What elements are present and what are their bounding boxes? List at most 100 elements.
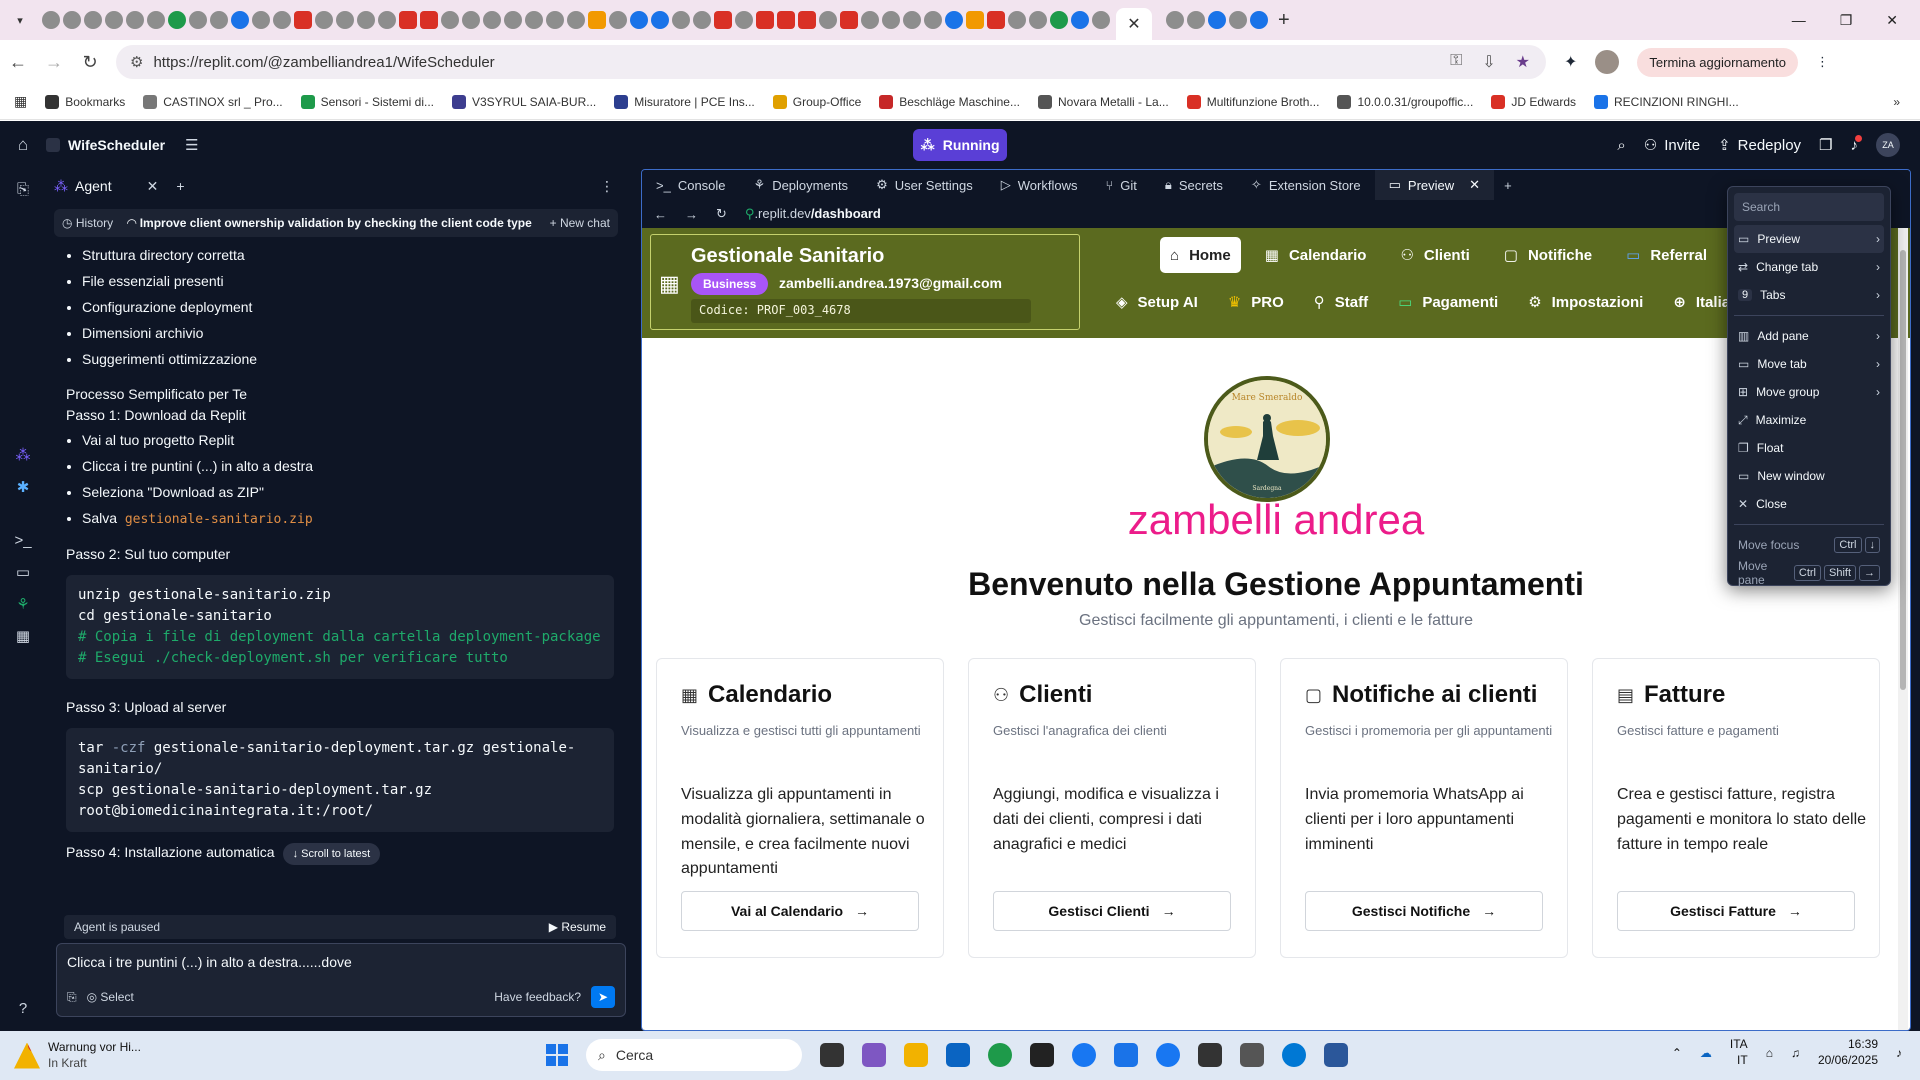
nav-setup-ai[interactable]: ◈ Setup AI [1106,284,1208,320]
bookmark-star-icon[interactable]: ★ [1516,52,1530,72]
pinned-tab-icon[interactable] [903,11,921,29]
preview-back-icon[interactable]: ← [654,207,667,222]
pinned-tab-icon[interactable] [420,11,438,29]
facebook-icon[interactable] [1072,1043,1096,1067]
nav-pro[interactable]: ♛ PRO [1218,284,1294,320]
pinned-tab-icon[interactable] [693,11,711,29]
notifications-icon[interactable]: ♪ [1851,134,1862,154]
bookmark-item[interactable]: Misuratore | PCE Ins... [614,94,755,109]
card-button[interactable]: Gestisci Fatture → [1617,891,1855,931]
pinned-tab-icon[interactable] [504,11,522,29]
pinned-tab-icon[interactable] [1050,11,1068,29]
invite-button[interactable]: ⚇ Invite [1644,136,1700,155]
new-chat-button[interactable]: + New chat [550,216,610,230]
word-icon[interactable] [1324,1043,1348,1067]
preview-reload-icon[interactable]: ↻ [716,206,727,222]
add-tab-icon[interactable]: + [176,178,184,194]
nav-staff[interactable]: ⚲ Staff [1304,284,1378,320]
update-button[interactable]: Termina aggiornamento [1637,47,1798,77]
pinned-tab-icon[interactable] [861,11,879,29]
pinned-tab-icon[interactable] [294,11,312,29]
pinned-tab-icon[interactable] [1071,11,1089,29]
pinned-tab-icon[interactable] [1008,11,1026,29]
tray-chevron-icon[interactable]: ⌃ [1672,1046,1682,1060]
bookmark-item[interactable]: V3SYRUL SAIA-BUR... [452,94,596,109]
address-bar[interactable]: ⚙ https://replit.com/@zambelliandrea1/Wi… [116,45,1546,79]
search-app-icon[interactable] [1114,1043,1138,1067]
task-view-icon[interactable] [820,1043,844,1067]
chrome-icon[interactable] [988,1043,1012,1067]
onedrive-icon[interactable]: ☁ [1700,1046,1712,1060]
pinned-tab-icon[interactable] [126,11,144,29]
pinned-tab-icon[interactable] [1250,11,1268,29]
menu-item-move-tab[interactable]: ▭ Move tab › [1734,350,1884,378]
pinned-tab-icon[interactable] [252,11,270,29]
apps-grid-icon[interactable]: ▦ [14,93,27,110]
menu-item-tabs[interactable]: 9 Tabs › [1734,281,1884,309]
pinned-tab-icon[interactable] [1208,11,1226,29]
menu-item-float[interactable]: ❐ Float [1734,434,1884,462]
pinned-tab-icon[interactable] [630,11,648,29]
pinned-tab-icon[interactable] [231,11,249,29]
reload-icon[interactable]: ↻ [72,52,108,73]
pinned-tab-icon[interactable] [546,11,564,29]
feedback-link[interactable]: Have feedback? [494,990,581,1004]
tab-preview[interactable]: ▭ Preview ✕ [1374,170,1495,200]
tab-extension-store[interactable]: ✧ Extension Store [1237,170,1375,200]
bookmark-item[interactable]: Beschläge Maschine... [879,94,1020,109]
send-button[interactable]: ➤ [591,986,615,1008]
pinned-tab-icon[interactable] [840,11,858,29]
pinned-tab-icon[interactable] [378,11,396,29]
menu-search-input[interactable]: Search [1734,193,1884,221]
search-icon[interactable]: ⌕ [1617,137,1625,154]
close-tab-icon[interactable]: ✕ [1127,14,1140,34]
amazon-icon[interactable] [1030,1043,1054,1067]
database-icon[interactable]: ☰ [185,136,198,154]
windows-start-icon[interactable] [546,1044,568,1066]
media-player-icon[interactable] [1240,1043,1264,1067]
code-block-1[interactable]: unzip gestionale-sanitario.zip cd gestio… [66,574,614,679]
nav-pagamenti[interactable]: ▭ Pagamenti [1388,284,1508,320]
pinned-tab-icon[interactable] [1166,11,1184,29]
chat-messages[interactable]: Struttura directory corretta File essenzi… [54,243,624,911]
weather-warning-widget[interactable]: 2 Warnung vor Hi... In Kraft [14,1040,141,1071]
password-key-icon[interactable]: ⚿ [1450,52,1462,72]
taskbar-search[interactable]: ⌕ Cerca [586,1039,802,1071]
notification-bell-icon[interactable]: ♪ [1896,1046,1902,1060]
pinned-tab-icon[interactable] [210,11,228,29]
tab-git[interactable]: ⑂ Git [1091,170,1150,200]
pinned-tab-icon[interactable] [882,11,900,29]
app-icon[interactable] [1282,1043,1306,1067]
tab-workflows[interactable]: ▷ Workflows [987,170,1092,200]
store-icon[interactable] [1198,1043,1222,1067]
pinned-tab-icon[interactable] [651,11,669,29]
resume-button[interactable]: ▶ Resume [549,920,606,934]
nav-referral[interactable]: ▭ Referral [1616,237,1717,273]
extensions-icon[interactable]: ✦ [1564,52,1577,72]
pinned-tab-icon[interactable] [168,11,186,29]
tab-deployments[interactable]: ⚘ Deployments [740,170,863,200]
pinned-tab-icon[interactable] [1029,11,1047,29]
scroll-thumb[interactable] [1900,250,1906,690]
bookmark-item[interactable]: Multifunzione Broth... [1186,94,1319,109]
pinned-tab-icon[interactable] [1187,11,1205,29]
restore-icon[interactable]: ❐ [1840,12,1853,29]
pinned-tab-icon[interactable] [462,11,480,29]
pinned-tab-icon[interactable] [42,11,60,29]
forward-icon[interactable]: → [36,52,72,73]
bookmark-item[interactable]: Novara Metalli - La... [1037,94,1169,109]
pinned-tab-icon[interactable] [105,11,123,29]
nav-calendario[interactable]: ▦ Calendario [1255,237,1377,273]
agent-icon[interactable]: ⁂ [16,446,31,464]
pinned-tab-icon[interactable] [1092,11,1110,29]
tab-search-icon[interactable]: ▾ [6,6,34,34]
more-bookmarks-icon[interactable]: » [1893,95,1900,109]
tab-console[interactable]: >_ Console [642,170,740,200]
pinned-tab-icon[interactable] [966,11,984,29]
pinned-tab-icon[interactable] [357,11,375,29]
card-button[interactable]: Gestisci Notifiche → [1305,891,1543,931]
nav-clienti[interactable]: ⚇ Clienti [1390,237,1479,273]
facebook-app-icon[interactable] [1156,1043,1180,1067]
bookmark-item[interactable]: Bookmarks [45,94,125,109]
bookmark-item[interactable]: Group-Office [772,94,861,109]
